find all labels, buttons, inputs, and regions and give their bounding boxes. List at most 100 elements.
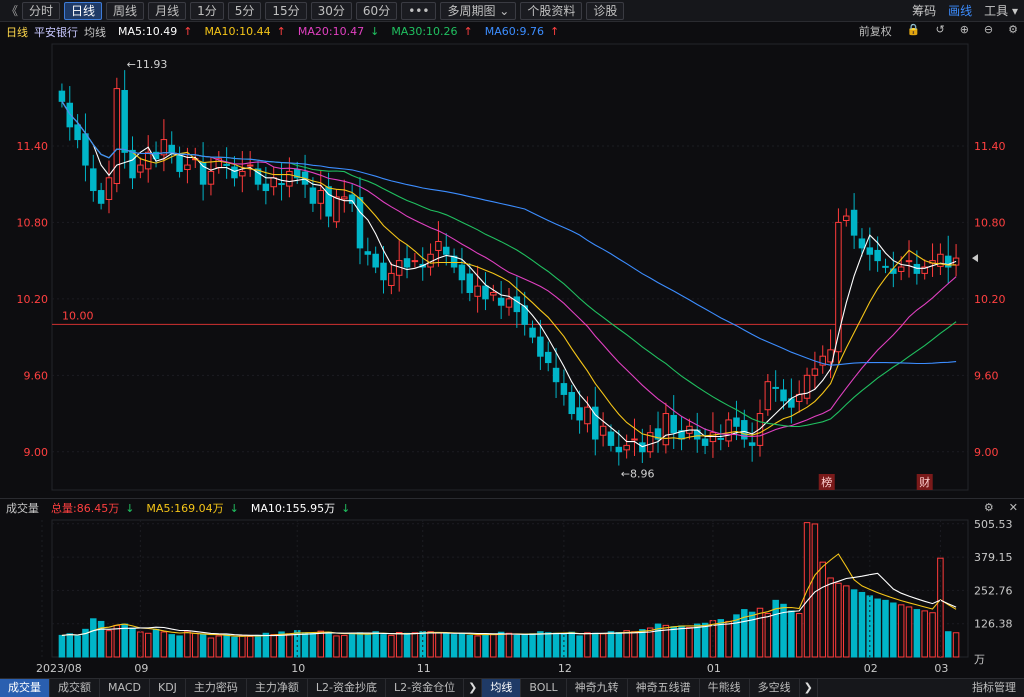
candle-body — [333, 196, 340, 223]
volume-tick-right: 379.15 — [974, 551, 1013, 564]
candle-body — [537, 336, 544, 357]
indicator-manage-button[interactable]: 指标管理 — [964, 679, 1024, 697]
price-tick-left: 9.00 — [24, 446, 49, 459]
tab-l2-position[interactable]: L2-资金仓位 — [386, 678, 465, 697]
volume-bar — [239, 635, 246, 658]
tab-kdj[interactable]: KDJ — [150, 678, 186, 697]
volume-bar — [497, 631, 505, 658]
candle-body — [882, 265, 889, 268]
volume-bar — [262, 632, 270, 658]
tab-long-short[interactable]: 多空线 — [750, 678, 800, 697]
volume-bar — [199, 634, 207, 658]
ma5-line — [61, 101, 957, 448]
x-tick-label: 02 — [864, 662, 878, 675]
candle-body — [262, 183, 270, 192]
tab-macd[interactable]: MACD — [100, 678, 150, 697]
volume-bar — [670, 626, 677, 658]
chevron-right-icon[interactable]: ❯ — [464, 678, 483, 697]
volume-bar — [246, 635, 254, 658]
volume-bar — [639, 629, 646, 658]
kline-chart[interactable]: 11.40 11.40 10.80 10.80 10.20 10.20 9.60 9.60 9.… — [0, 0, 1024, 697]
price-tick-left: 10.20 — [17, 293, 49, 306]
volume-bar — [795, 613, 803, 658]
tab-ma[interactable]: 均线 — [482, 678, 522, 697]
volume-bar — [184, 630, 191, 658]
tab-turnover[interactable]: 成交额 — [50, 678, 100, 697]
volume-bar — [529, 633, 536, 658]
candle-body — [670, 414, 677, 434]
candle-body — [74, 124, 81, 141]
volume-bar — [411, 632, 419, 658]
candle-body — [772, 386, 779, 389]
volume-bar — [427, 631, 434, 658]
candle-body — [866, 247, 874, 255]
candle-body — [623, 444, 630, 451]
volume-bar — [168, 634, 175, 658]
candle-body — [529, 327, 536, 338]
volume-bar — [364, 633, 372, 658]
volume-bar — [725, 620, 732, 658]
x-tick-label: 01 — [707, 662, 721, 675]
volume-bar — [90, 618, 97, 658]
x-tick-label: 11 — [417, 662, 431, 675]
volume-bar — [129, 627, 136, 658]
price-tick-left: 9.60 — [24, 369, 49, 382]
candle-body — [364, 251, 372, 255]
tab-bull-bear[interactable]: 牛熊线 — [700, 678, 750, 697]
volume-bar — [192, 632, 199, 658]
volume-bar — [874, 598, 881, 658]
tab-main-net[interactable]: 主力净额 — [247, 678, 308, 697]
volume-bar — [850, 589, 858, 658]
volume-bar — [223, 634, 230, 658]
candle-body — [176, 153, 183, 172]
candle-body — [897, 266, 905, 272]
candle-body — [239, 170, 246, 177]
candle-body — [90, 168, 97, 192]
volume-bar — [270, 634, 277, 658]
candle-body — [278, 183, 285, 186]
candle-body — [811, 368, 819, 376]
tab-magic-five[interactable]: 神奇五线谱 — [628, 678, 700, 697]
price-tick-left: 11.40 — [17, 140, 49, 153]
tab-volume[interactable]: 成交量 — [0, 678, 50, 697]
volume-bar — [905, 606, 913, 658]
volume-bar — [843, 585, 850, 658]
candle-body — [317, 190, 325, 204]
candle-body — [662, 413, 670, 446]
volume-bar — [521, 634, 528, 658]
tab-magic-nine[interactable]: 神奇九转 — [567, 678, 628, 697]
volume-bar — [333, 635, 340, 658]
candle-body — [913, 263, 921, 274]
candle-body — [874, 249, 881, 262]
volume-bar — [897, 604, 905, 658]
volume-bar — [615, 631, 623, 658]
price-tick-right: 10.80 — [974, 216, 1006, 229]
volume-bar — [105, 630, 113, 658]
candle-body — [725, 419, 732, 442]
volume-bar — [474, 635, 481, 658]
candle-body — [544, 351, 552, 364]
volume-bar — [356, 632, 364, 658]
candle-body — [168, 144, 175, 153]
candle-body — [599, 425, 607, 436]
chevron-right-icon[interactable]: ❯ — [800, 678, 818, 697]
candle-body — [286, 170, 293, 187]
volume-bar — [929, 612, 936, 658]
candle-body — [639, 442, 646, 453]
candle-body — [137, 164, 144, 173]
volume-bar — [231, 636, 238, 658]
tab-main-code[interactable]: 主力密码 — [186, 678, 247, 697]
x-tick-label: 10 — [291, 662, 305, 675]
volume-bar — [466, 634, 474, 658]
volume-bar — [756, 607, 764, 658]
candle-body — [435, 241, 442, 251]
candle-body — [615, 446, 623, 453]
tab-l2-bottom[interactable]: L2-资金抄底 — [308, 678, 387, 697]
ma60-line — [61, 101, 957, 366]
volume-bar — [97, 620, 105, 658]
volume-bar — [121, 623, 128, 658]
tab-boll[interactable]: BOLL — [521, 678, 567, 697]
volume-tick-right: 万 — [974, 653, 985, 666]
volume-bar — [435, 632, 442, 658]
volume-bar — [952, 632, 960, 658]
